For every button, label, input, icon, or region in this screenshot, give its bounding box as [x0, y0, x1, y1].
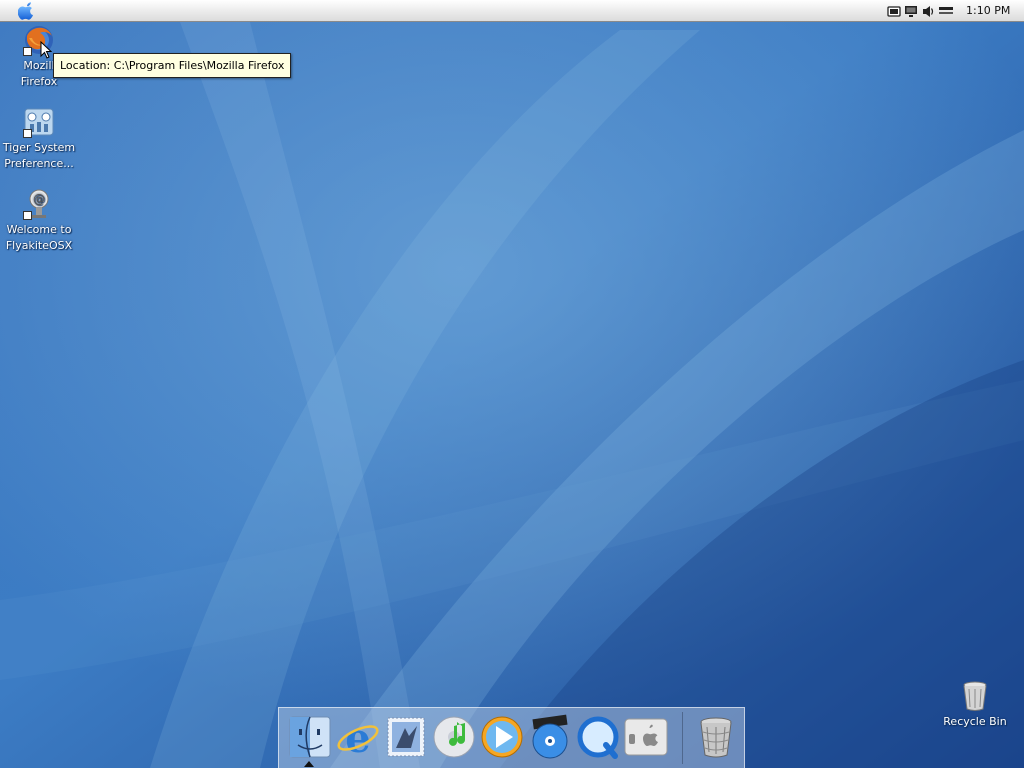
svg-text:e: e [345, 715, 370, 760]
dvd-player-dock-item[interactable] [527, 714, 573, 760]
desktop-icon-label: Recycle Bin [943, 715, 1007, 728]
mouse-cursor-icon [40, 41, 52, 59]
desktop-icon-label: Tiger System Preference... [2, 141, 76, 170]
system-tray [887, 4, 955, 18]
welcome-flyakite-shortcut[interactable]: @ Welcome to FlyakiteOSX [0, 188, 78, 254]
trash-dock-item[interactable] [693, 714, 739, 760]
shortcut-arrow-icon [23, 47, 32, 56]
play-icon [481, 716, 523, 758]
desktop-icon-label: Welcome to FlyakiteOSX [5, 223, 73, 252]
quicktime-icon [577, 716, 619, 759]
window-icon[interactable] [887, 5, 901, 18]
trash-icon [959, 680, 991, 712]
menu-bar: 1:10 PM [0, 0, 1024, 22]
mail-dock-item[interactable] [383, 714, 429, 760]
running-indicator-icon [304, 761, 314, 767]
finder-icon [289, 716, 331, 758]
menu-bar-clock[interactable]: 1:10 PM [966, 4, 1010, 17]
battery-icon[interactable] [938, 5, 955, 18]
welcome-icon: @ [23, 188, 55, 220]
dock: e [278, 707, 745, 768]
svg-text:@: @ [33, 192, 45, 206]
volume-icon[interactable] [921, 5, 935, 18]
shortcut-arrow-icon [23, 211, 32, 220]
apple-switch-icon [624, 718, 668, 756]
recycle-bin[interactable]: Recycle Bin [936, 680, 1014, 730]
internet-explorer-icon: e [337, 715, 379, 762]
itunes-dock-item[interactable] [431, 714, 477, 760]
internet-explorer-dock-item[interactable]: e [335, 714, 381, 762]
quicktime-dock-item[interactable] [575, 714, 621, 760]
dvd-icon [532, 714, 568, 759]
trash-icon [700, 717, 732, 758]
media-player-dock-item[interactable] [479, 714, 525, 760]
system-toggle-dock-item[interactable] [623, 714, 669, 760]
itunes-icon [433, 716, 475, 758]
apple-logo-icon[interactable] [18, 2, 36, 20]
tiger-system-preferences-shortcut[interactable]: Tiger System Preference... [0, 106, 78, 172]
finder-dock-item[interactable] [287, 714, 333, 760]
mail-stamp-icon [387, 717, 425, 757]
tooltip: Location: C:\Program Files\Mozilla Firef… [53, 53, 292, 78]
dock-separator [682, 712, 683, 764]
system-preferences-icon [23, 106, 55, 138]
desktop-wallpaper [0, 0, 1024, 768]
shortcut-arrow-icon [23, 129, 32, 138]
monitor-icon[interactable] [904, 5, 918, 18]
